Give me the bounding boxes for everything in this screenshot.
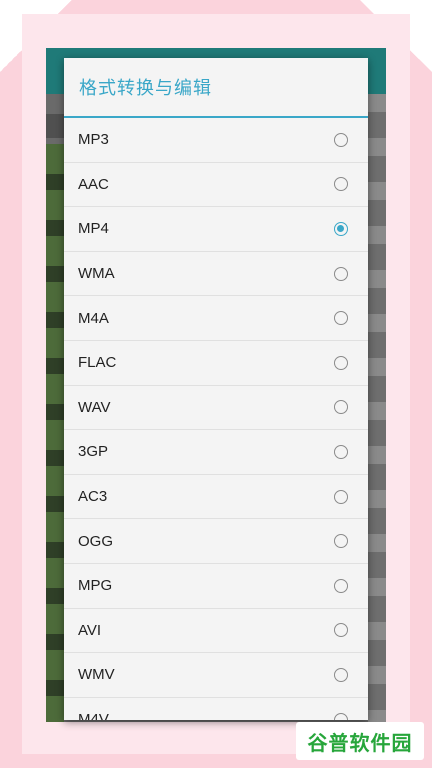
format-option-3gp[interactable]: 3GP — [64, 430, 368, 475]
format-option-label: WAV — [78, 398, 111, 416]
format-option-wav[interactable]: WAV — [64, 386, 368, 431]
format-option-wma[interactable]: WMA — [64, 252, 368, 297]
format-option-ogg[interactable]: OGG — [64, 519, 368, 564]
format-option-wmv[interactable]: WMV — [64, 653, 368, 698]
watermark-logo: 谷普软件园 — [296, 722, 424, 760]
format-option-label: 3GP — [78, 443, 109, 461]
format-option-label: AVI — [78, 621, 102, 639]
format-option-ac3[interactable]: AC3 — [64, 475, 368, 520]
dialog-title: 格式转换与编辑 — [79, 78, 212, 98]
background-item-actions — [368, 94, 386, 722]
radio-button-icon[interactable] — [334, 667, 348, 682]
format-option-label: AAC — [78, 175, 109, 193]
format-option-m4v[interactable]: M4V — [64, 698, 368, 720]
radio-button-icon[interactable] — [334, 311, 348, 326]
format-option-label: MPG — [78, 577, 113, 595]
format-option-flac[interactable]: FLAC — [64, 341, 368, 386]
format-option-label: M4A — [78, 309, 109, 327]
format-option-avi[interactable]: AVI — [64, 609, 368, 654]
radio-button-icon[interactable] — [334, 578, 348, 593]
format-option-label: MP4 — [78, 220, 109, 238]
radio-button-icon[interactable] — [334, 221, 348, 236]
format-option-list: MP3 AAC MP4 WMA M4A FLAC WAV 3GP AC3 OGG MPG AVI WMV… — [64, 118, 368, 720]
format-option-label: M4V — [78, 711, 109, 720]
format-option-mpg[interactable]: MPG — [64, 564, 368, 609]
radio-button-icon[interactable] — [334, 266, 348, 281]
format-option-mp3[interactable]: MP3 — [64, 118, 368, 163]
radio-button-icon[interactable] — [334, 489, 348, 504]
radio-button-icon[interactable] — [334, 177, 348, 192]
format-option-aac[interactable]: AAC — [64, 163, 368, 208]
background-thumbnails — [46, 144, 64, 722]
watermark-text: 谷普软件园 — [307, 730, 413, 755]
radio-button-icon[interactable] — [334, 355, 348, 370]
format-option-label: FLAC — [78, 354, 117, 372]
radio-button-icon[interactable] — [334, 444, 348, 459]
format-option-label: WMA — [78, 265, 115, 283]
format-option-label: WMV — [78, 666, 115, 684]
format-option-label: OGG — [78, 532, 114, 550]
radio-button-icon[interactable] — [334, 534, 348, 549]
radio-button-icon[interactable] — [334, 132, 348, 147]
format-option-label: MP3 — [78, 131, 109, 149]
format-conversion-dialog: 格式转换与编辑 MP3 AAC MP4 WMA M4A FLAC WAV 3GP AC3 OGG M… — [64, 58, 368, 720]
format-option-label: AC3 — [78, 488, 108, 506]
radio-button-icon[interactable] — [334, 400, 348, 415]
radio-button-icon[interactable] — [334, 712, 348, 720]
radio-button-icon[interactable] — [334, 623, 348, 638]
format-option-mp4[interactable]: MP4 — [64, 207, 368, 252]
format-option-m4a[interactable]: M4A — [64, 296, 368, 341]
